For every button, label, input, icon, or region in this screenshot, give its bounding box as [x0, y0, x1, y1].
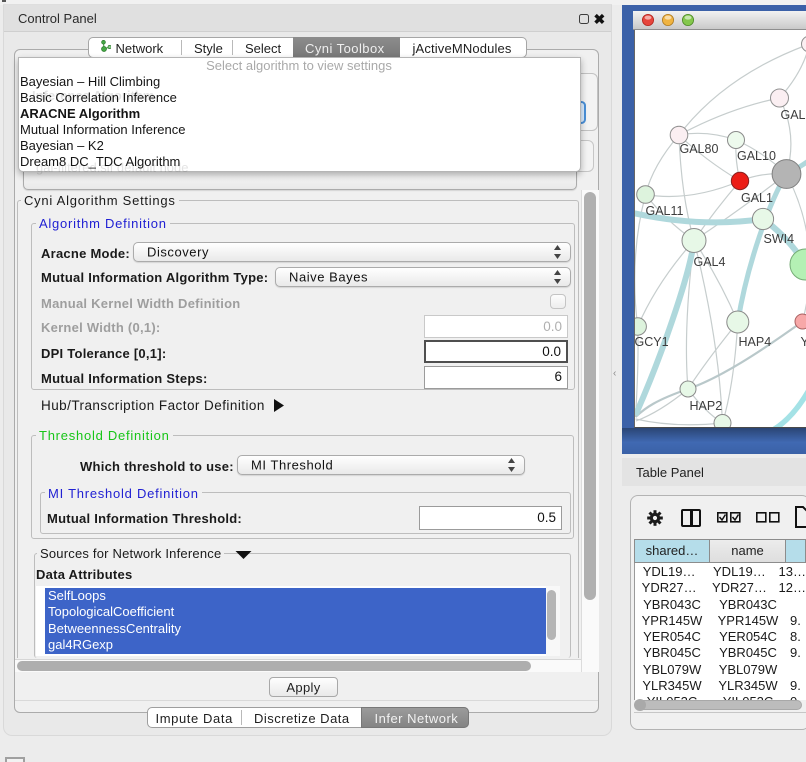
svg-text:Y: Y	[800, 335, 806, 349]
svg-text:SWI4: SWI4	[763, 232, 794, 246]
svg-text:GAL2: GAL2	[780, 108, 806, 122]
svg-text:GAL10: GAL10	[737, 149, 776, 163]
svg-text:GAL80: GAL80	[679, 142, 718, 156]
svg-text:GAL4: GAL4	[693, 255, 725, 269]
svg-text:HAP4: HAP4	[738, 335, 771, 349]
svg-text:HAP2: HAP2	[689, 399, 722, 413]
svg-text:GAL11: GAL11	[645, 204, 683, 218]
svg-text:GCY1: GCY1	[635, 335, 669, 349]
svg-text:GAL1: GAL1	[741, 191, 773, 205]
